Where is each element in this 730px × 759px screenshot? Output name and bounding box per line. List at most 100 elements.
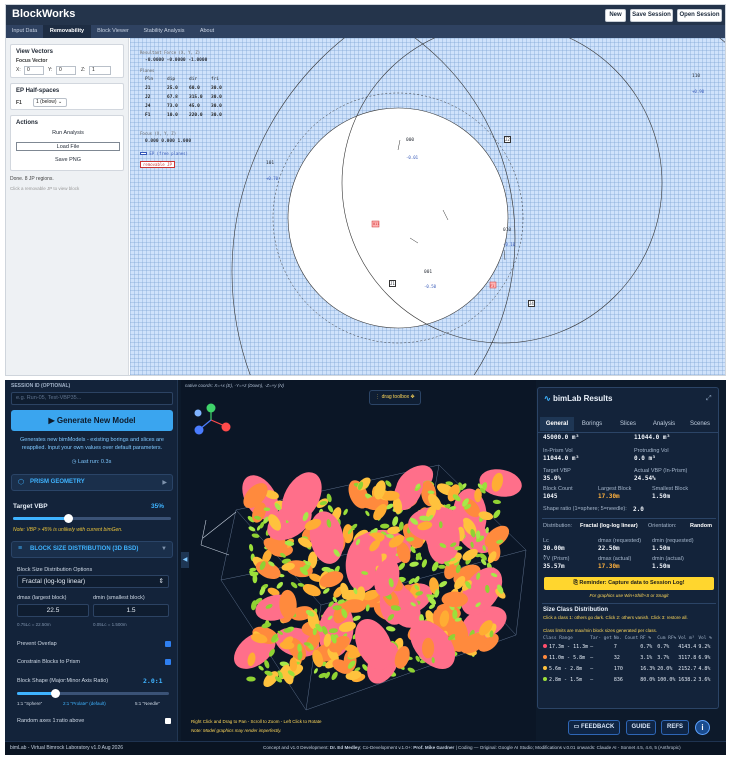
bsd-section[interactable]: ≡ BLOCK SIZE DISTRIBUTION (3D BSD) ▼ xyxy=(11,541,173,558)
chevron-right-icon: ▶ xyxy=(162,480,167,486)
size-class-header: No. Count xyxy=(613,636,639,641)
tab-input-data[interactable]: Input Data xyxy=(6,25,43,38)
f1-select[interactable]: 1 (below) ⌄ xyxy=(33,98,67,107)
size-class-title: Size Class Distribution xyxy=(543,607,609,613)
distribution-value: Fractal (log-log linear) xyxy=(580,523,638,529)
size-class-cell: 32 xyxy=(613,654,620,661)
ep-legend-text: EP (free planes) xyxy=(149,151,188,156)
size-class-cell: — xyxy=(590,676,594,683)
refs-button[interactable]: REFS xyxy=(661,720,689,735)
planes-table: Pln dip dir fri J1 25.0 60.0 30.0 J2 67.8 315.0 30.… xyxy=(145,77,233,122)
dmax-input[interactable]: 22.5 xyxy=(17,604,89,617)
bsd-select[interactable]: Fractal (log-log linear) ⇕ xyxy=(17,575,169,588)
focus-x-input[interactable]: 0 xyxy=(24,66,44,75)
shape-ratio-label: Shape ratio (1=sphere; 5=needle): xyxy=(543,506,627,512)
results-tab-analysis[interactable]: Analysis xyxy=(646,417,682,431)
dmin-input[interactable]: 1.5 xyxy=(93,604,169,617)
session-id-input[interactable]: e.g. Run-05, Test-VBP35... xyxy=(11,392,173,405)
size-class-cell: — xyxy=(590,643,594,650)
focus-z-input[interactable]: 1 xyxy=(89,66,111,75)
activity-icon: ∿ xyxy=(544,394,551,403)
results-tab-general[interactable]: General xyxy=(540,417,574,431)
target-vbp-slider-thumb[interactable] xyxy=(63,514,73,523)
plane-cell: 220.0 xyxy=(189,113,203,118)
plane-cell: fri xyxy=(211,77,220,82)
size-class-note1: Click a class 1: others go dark. Click 2… xyxy=(543,615,688,620)
viewport-svg[interactable] xyxy=(181,380,536,755)
tab-removability[interactable]: Removability xyxy=(43,25,91,38)
block-cloud[interactable] xyxy=(227,459,524,690)
dmin-requested-label: dmin (requested) xyxy=(652,538,694,544)
new-button[interactable]: New xyxy=(605,9,626,22)
prevent-overlap-checkbox[interactable] xyxy=(165,641,171,647)
stereonet-plot[interactable]: 000 -0.01 J2 101 +0.70 001 -0.50 010 -0.… xyxy=(130,38,725,375)
vbp-note: Note: VBP > 45% is unlikely with current… xyxy=(13,527,123,533)
shape-label: Block Shape (Major:Minor Axis Ratio) xyxy=(17,678,109,684)
results-tab-slices[interactable]: Slices xyxy=(610,417,646,431)
bimlab-footer: bimLab - Virtual Bimrock Laboratory v1.0… xyxy=(5,741,726,755)
random-axes-checkbox[interactable] xyxy=(165,718,171,724)
generate-model-button[interactable]: ▶ Generate New Model xyxy=(11,410,173,431)
size-class-cell: 3117.8 xyxy=(678,654,697,661)
3d-viewport[interactable]: native coords: X=+x (E), -Y=+z (Down), -… xyxy=(181,380,536,755)
focus-y-input[interactable]: 0 xyxy=(56,66,76,75)
last-run-text: ◷ Last run: 0.3s xyxy=(5,459,178,465)
save-session-button[interactable]: Save Session xyxy=(630,9,673,22)
prism-geometry-section[interactable]: ⬡ PRISM GEOMETRY ▶ xyxy=(11,474,173,491)
block-ellipse xyxy=(365,510,370,517)
dmin-label: dmin (smallest block) xyxy=(93,595,145,601)
generate-note: Generates new bimModels - existing borin… xyxy=(20,437,164,451)
open-session-button[interactable]: Open Session xyxy=(677,9,722,22)
reminder-banner[interactable]: ⎘ Reminder: Capture data to Session Log! xyxy=(544,577,714,590)
target-vbp-result-value: 35.0% xyxy=(543,475,562,482)
collapse-panel-button[interactable]: ◀ xyxy=(181,552,189,568)
actual-vbp-label: Actual VBP (In-Prism) xyxy=(634,468,688,474)
shape-slider-thumb[interactable] xyxy=(50,689,60,698)
axis-z-icon[interactable] xyxy=(194,425,204,435)
shape-slider[interactable] xyxy=(17,689,169,698)
size-class-cell: 17.3m - 11.3m xyxy=(542,641,589,652)
run-analysis-button[interactable]: Run Analysis xyxy=(16,129,120,138)
plane-cell: J4 xyxy=(145,104,151,109)
target-vbp-slider[interactable] xyxy=(13,514,171,523)
tab-stability-analysis[interactable]: Stability Analysis xyxy=(135,25,193,38)
size-class-row[interactable]: 5.6m - 2.8m — 170 16.3% 20.0% 2152.7 4.8% xyxy=(542,663,713,674)
size-class-cell: 9.2% xyxy=(698,643,711,650)
credit-2: ; Co-Development v.1.0+: xyxy=(360,745,414,750)
size-class-row[interactable]: 11.0m - 5.8m — 32 3.1% 3.7% 3117.8 6.9% xyxy=(542,652,713,663)
tab-about[interactable]: About xyxy=(193,25,221,38)
credit-1: Concept and v1.0 Development: xyxy=(263,745,330,750)
size-class-row[interactable]: 17.3m - 11.3m — 7 0.7% 0.7% 4143.4 9.2% xyxy=(542,641,713,652)
bimlab-left-panel: SESSION ID (OPTIONAL) e.g. Run-05, Test-… xyxy=(5,380,178,755)
info-icon[interactable]: i xyxy=(695,720,710,735)
axis-neg-x-icon[interactable] xyxy=(194,409,202,417)
block-ellipse xyxy=(249,543,254,552)
size-class-cell: 3.6% xyxy=(698,676,711,683)
block-ellipse xyxy=(313,668,318,674)
results-tab-scenes[interactable]: Scenes xyxy=(682,417,718,431)
axis-y-icon[interactable] xyxy=(206,403,216,413)
plane-cell: 315.0 xyxy=(189,95,203,100)
expand-icon[interactable]: ⤢ xyxy=(706,395,712,403)
class-color-dot xyxy=(543,676,547,681)
play-icon: ▶ xyxy=(48,416,55,425)
block-ellipse xyxy=(352,615,361,621)
block-ellipse xyxy=(437,564,446,569)
dmin-requested-value: 1.50m xyxy=(652,545,671,552)
results-tab-borings[interactable]: Borings xyxy=(574,417,610,431)
constrain-checkbox[interactable] xyxy=(165,659,171,665)
feedback-button[interactable]: ▭ FEEDBACK xyxy=(568,720,620,735)
save-png-button[interactable]: Save PNG xyxy=(16,156,120,165)
focus-label: Focus (X, Y, Z) xyxy=(140,131,177,136)
target-vbp-result-label: Target VBP xyxy=(543,468,571,474)
guide-button[interactable]: GUIDE xyxy=(626,720,656,735)
dmax-label: dmax (largest block) xyxy=(17,595,67,601)
load-file-button[interactable]: Load File xyxy=(16,142,120,151)
axis-x-icon[interactable] xyxy=(221,422,231,432)
bsd-options-label: Block Size Distribution Options xyxy=(17,567,93,573)
credit-name-1: Dr. Ed Medley xyxy=(329,745,361,750)
block-ellipse xyxy=(246,676,256,682)
size-class-row[interactable]: 2.8m - 1.5m — 836 80.0% 100.0% 1638.2 3.6% xyxy=(542,674,713,685)
tab-block-viewer[interactable]: Block Viewer xyxy=(91,25,135,38)
plot-label-j4: J4 xyxy=(528,300,535,307)
